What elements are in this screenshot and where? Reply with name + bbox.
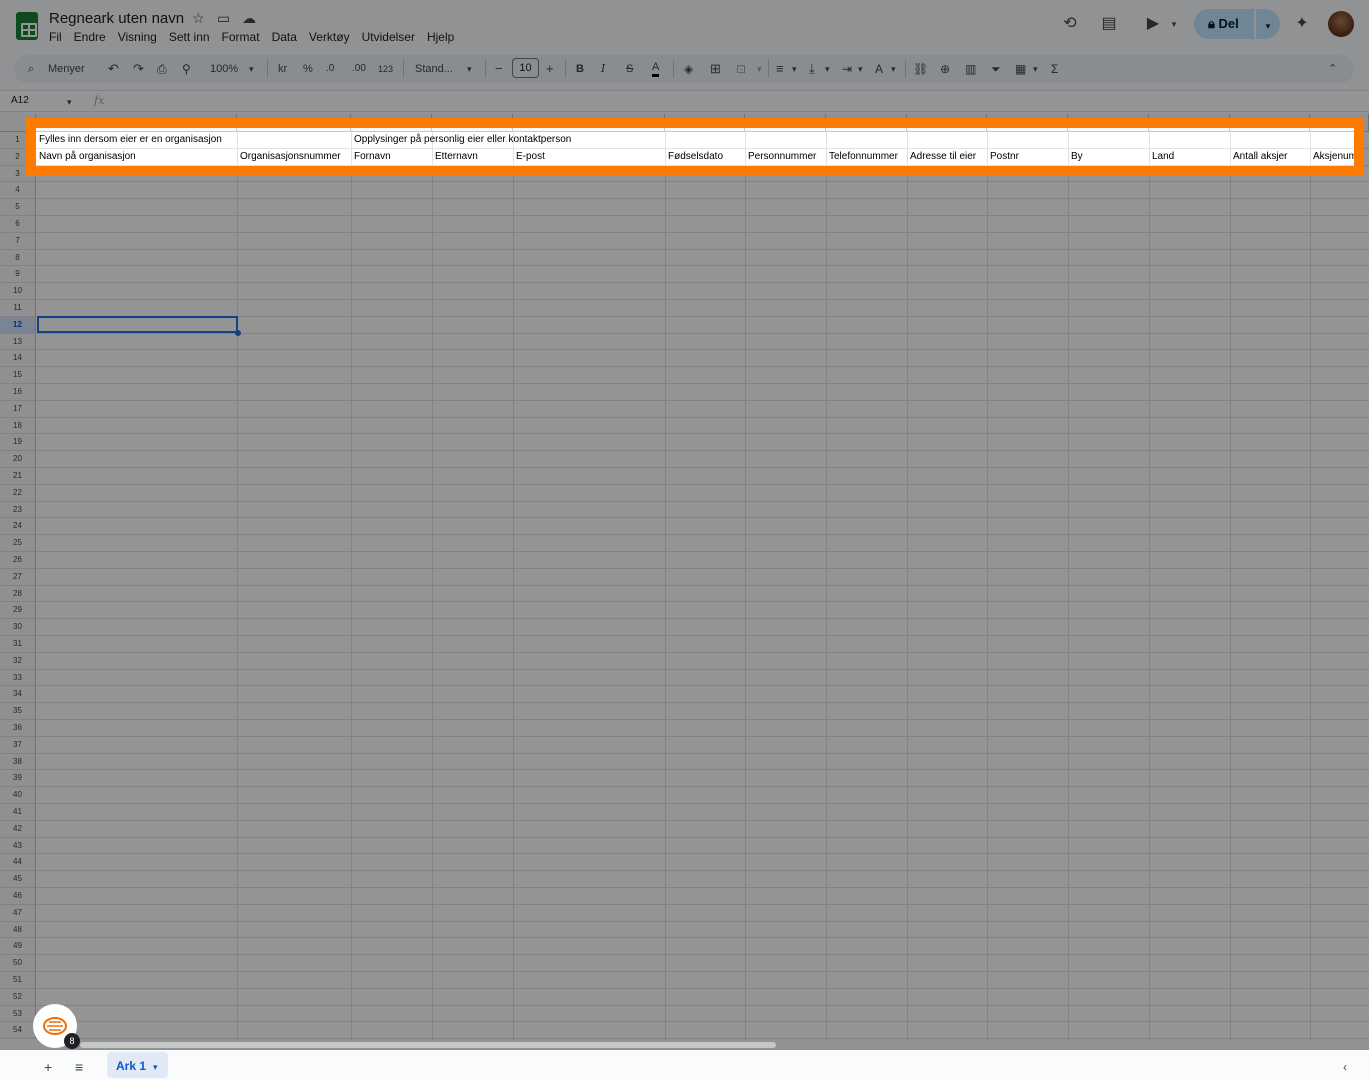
notification-badge: 8: [64, 1033, 80, 1049]
horizontal-scrollbar[interactable]: [80, 1042, 776, 1048]
sheet-tab-chevron-icon[interactable]: ▾: [153, 1059, 158, 1075]
sheet-tab-label: Ark 1: [116, 1059, 147, 1073]
add-sheet-icon[interactable]: +: [44, 1059, 52, 1075]
highlight-frame: [26, 118, 1364, 176]
all-sheets-icon[interactable]: ≡: [75, 1059, 83, 1075]
dim-overlay: [0, 0, 1369, 118]
sheet-bar: [0, 1050, 1369, 1080]
dim-overlay: [0, 176, 1369, 1080]
dim-overlay: [0, 118, 26, 176]
dim-overlay: [1364, 118, 1369, 176]
collapse-sidebar-icon[interactable]: ‹: [1343, 1059, 1347, 1075]
